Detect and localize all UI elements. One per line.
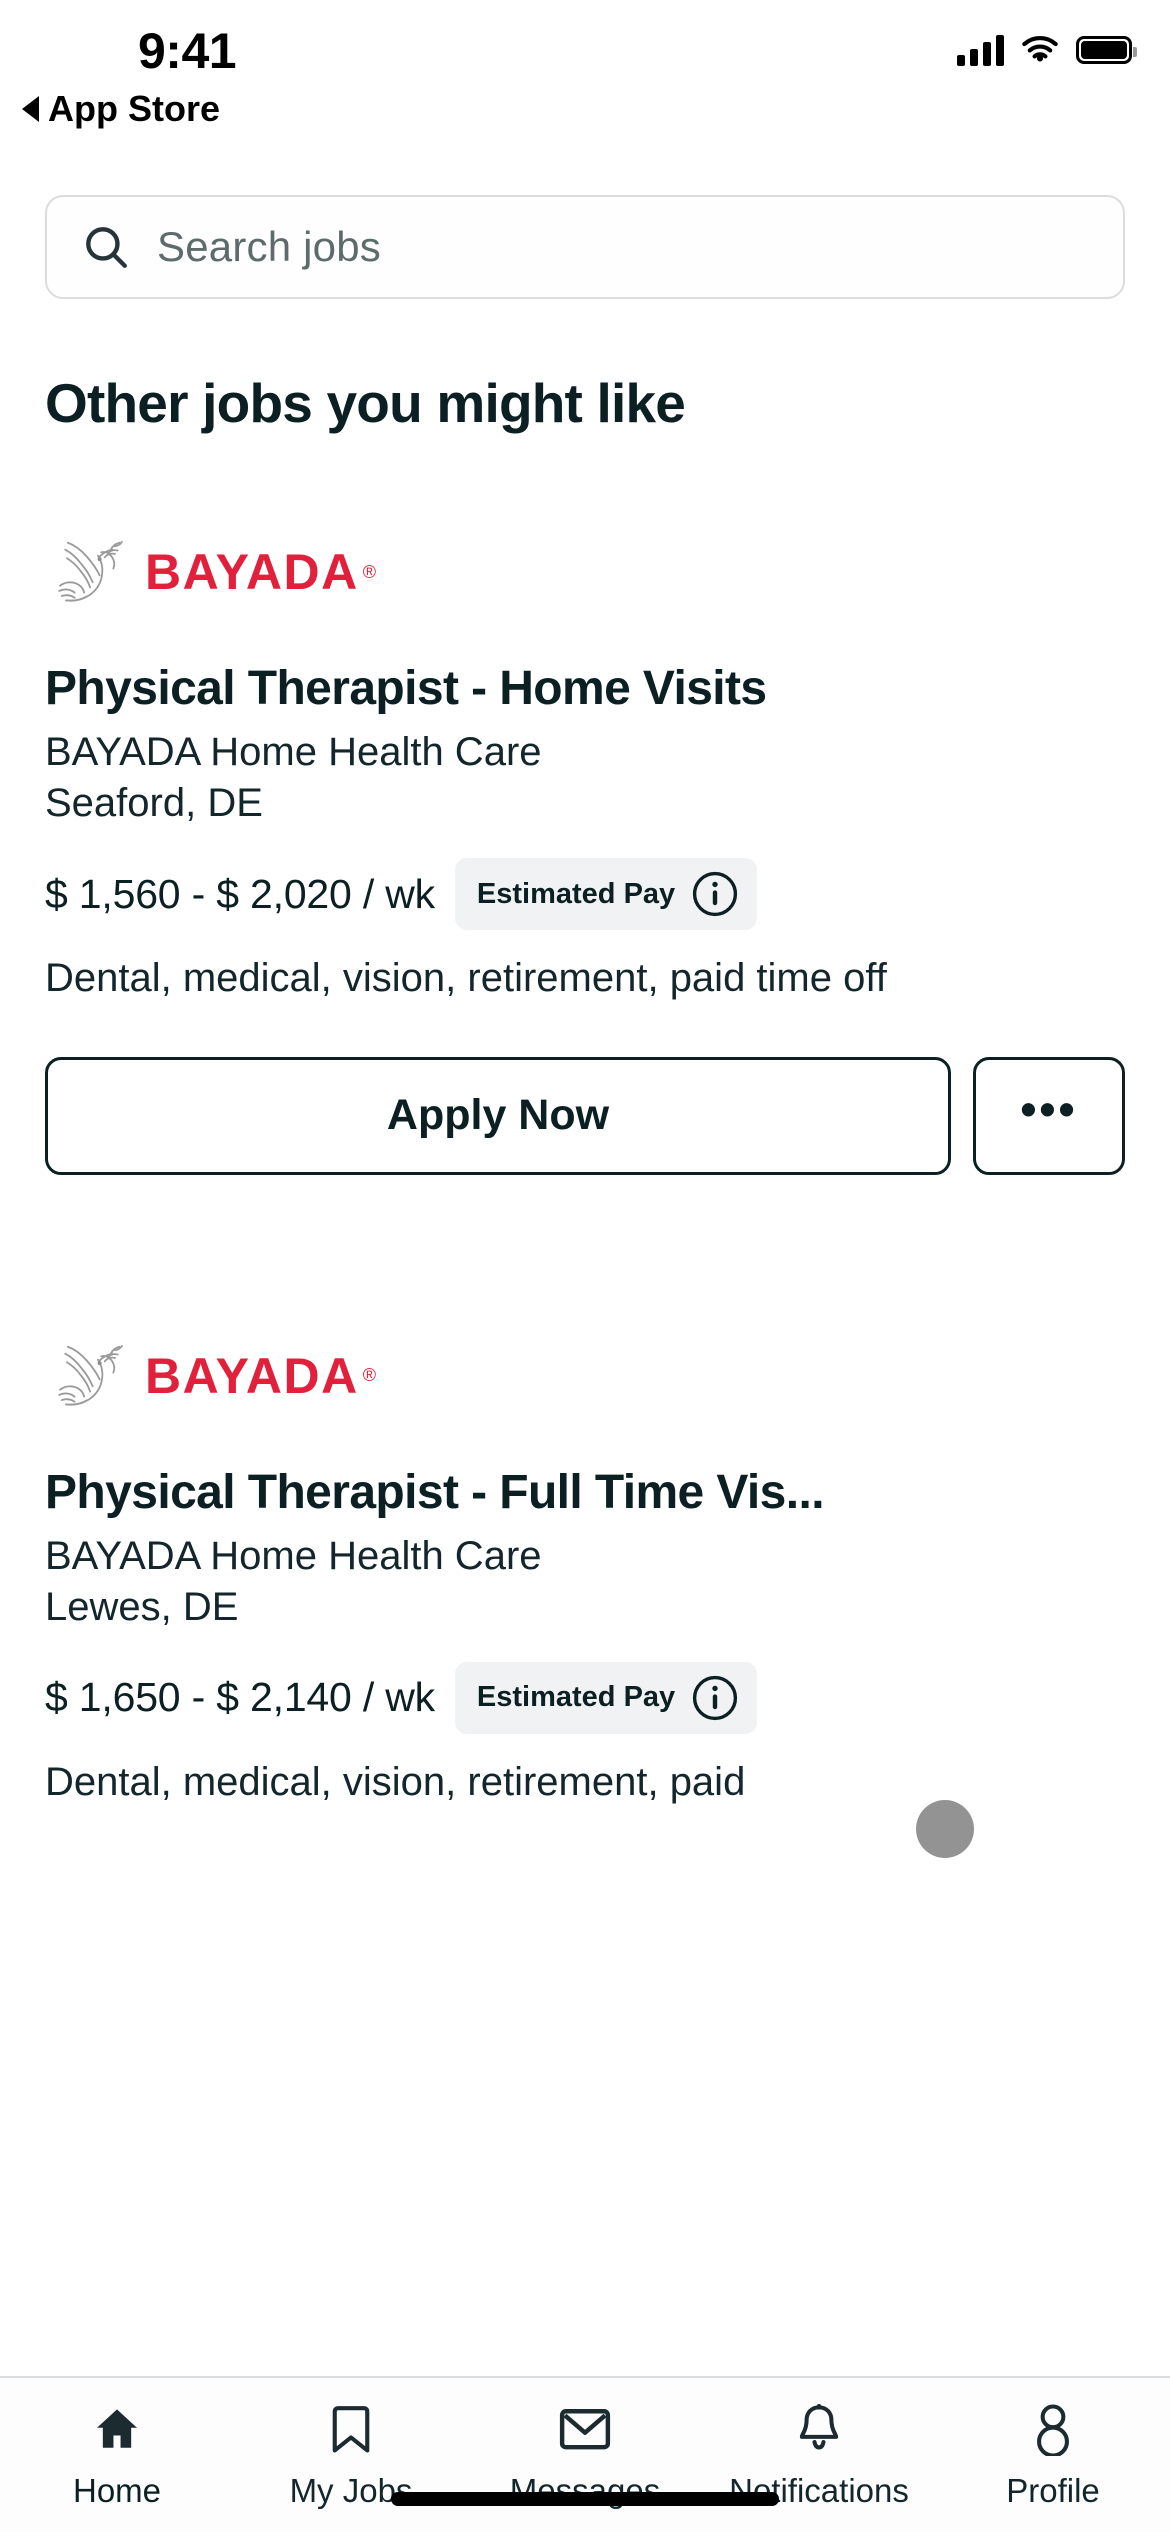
back-label: App Store: [48, 88, 221, 129]
info-icon[interactable]: [691, 870, 739, 918]
bookmark-icon: [329, 2400, 373, 2458]
tab-label: Home: [72, 2472, 162, 2509]
job-benefits: Dental, medical, vision, retirement, pai…: [45, 956, 887, 1000]
pay-row: $ 1,650 - $ 2,140 / wk Estimated Pay: [45, 1661, 1125, 1734]
tab-profile[interactable]: Profile: [936, 2400, 1170, 2510]
home-icon: [90, 2400, 144, 2458]
bayada-wordmark: BAYADA: [145, 1347, 359, 1404]
search-icon: [86, 227, 127, 268]
pay-range: $ 1,650 - $ 2,140 / wk: [45, 1674, 435, 1721]
cursor-pointer: [916, 1800, 974, 1858]
job-benefits: Dental, medical, vision, retirement, pai…: [45, 1759, 746, 1804]
estimated-pay-label: Estimated Pay: [476, 877, 676, 910]
tab-label: Profile: [1006, 2472, 1100, 2509]
more-options-button[interactable]: •••: [973, 1056, 1125, 1175]
status-bar-icons: [957, 34, 1137, 66]
apply-now-button[interactable]: Apply Now: [45, 1056, 951, 1175]
bayada-dove-icon: [58, 1344, 123, 1406]
job-actions: Apply Now •••: [45, 1056, 1125, 1175]
job-title: Physical Therapist - Home Visits: [45, 662, 767, 715]
app-screen: 9:41 App Store Search jobs Other jobs yo…: [0, 0, 1170, 2532]
status-bar-time: 9:41: [138, 23, 237, 79]
registered-mark: ®: [362, 1365, 376, 1386]
registered-mark: ®: [362, 561, 376, 582]
job-card[interactable]: BAYADA ® Physical Therapist - Full Time …: [0, 1327, 1170, 1805]
job-company: BAYADA Home Health Care: [45, 730, 542, 774]
envelope-icon: [557, 2400, 613, 2458]
bottom-tab-bar: Home My Jobs Messages Notifications Prof…: [0, 2376, 1170, 2532]
pay-row: $ 1,560 - $ 2,020 / wk Estimated Pay: [45, 858, 1125, 930]
estimated-pay-badge[interactable]: Estimated Pay: [454, 1661, 758, 1734]
tab-home[interactable]: Home: [0, 2400, 234, 2510]
page-title: Other jobs you might like: [45, 372, 686, 434]
job-location: Seaford, DE: [45, 781, 263, 825]
battery-icon: [1076, 36, 1137, 64]
search-input[interactable]: Search jobs: [45, 195, 1125, 299]
estimated-pay-label: Estimated Pay: [476, 1681, 676, 1714]
person-icon: [1028, 2400, 1078, 2458]
job-card[interactable]: BAYADA ® Physical Therapist - Home Visit…: [0, 523, 1170, 1175]
job-company: BAYADA Home Health Care: [45, 1533, 542, 1578]
scroll-content: Search jobs Other jobs you might like BA…: [0, 155, 1170, 2414]
company-logo: BAYADA ®: [45, 1327, 1125, 1425]
wifi-icon: [1022, 36, 1058, 62]
pay-range: $ 1,560 - $ 2,020 / wk: [45, 870, 435, 917]
bayada-wordmark: BAYADA: [145, 544, 359, 600]
company-logo: BAYADA ®: [45, 523, 1125, 621]
info-icon[interactable]: [691, 1674, 739, 1722]
cellular-signal-icon: [957, 34, 1004, 66]
bayada-dove-icon: [58, 540, 123, 602]
search-placeholder: Search jobs: [157, 223, 381, 270]
bell-icon: [794, 2400, 844, 2458]
job-location: Lewes, DE: [45, 1584, 239, 1629]
home-indicator: [391, 2492, 779, 2506]
estimated-pay-badge[interactable]: Estimated Pay: [454, 858, 758, 930]
back-caret-icon: [22, 96, 39, 122]
back-to-app-store-link[interactable]: App Store: [22, 88, 220, 130]
job-title: Physical Therapist - Full Time Vis...: [45, 1465, 825, 1519]
status-bar: 9:41: [0, 0, 1170, 100]
